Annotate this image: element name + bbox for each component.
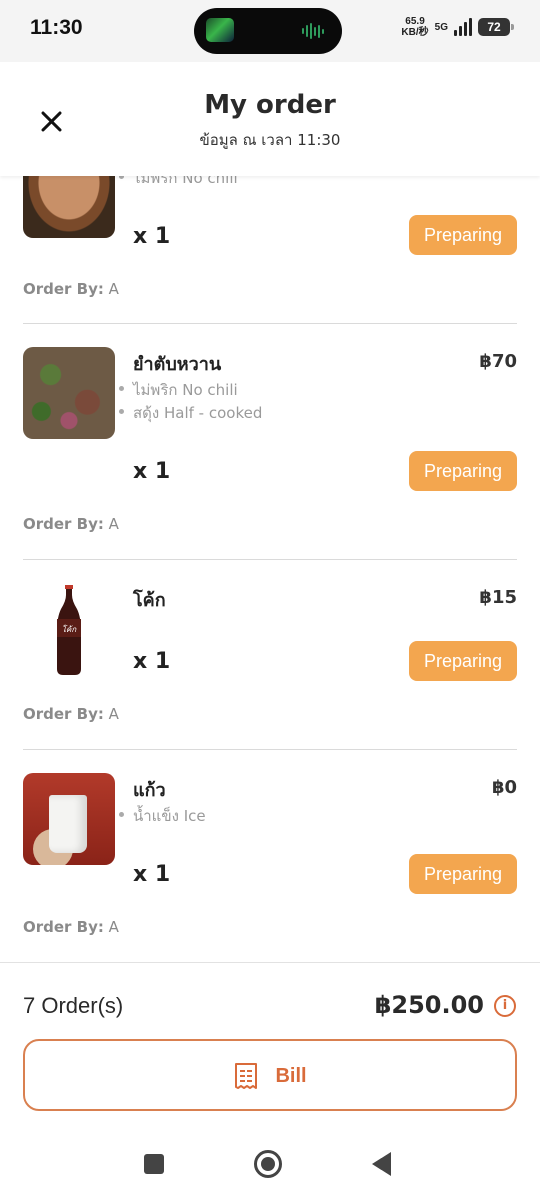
order-item: โค้ก โค้ก ฿15 x 1 Preparing Order By: A — [23, 560, 517, 750]
status-badge: Preparing — [409, 641, 517, 681]
receipt-icon — [235, 1063, 258, 1089]
network-speed: 65.9 KB/秒 — [401, 16, 429, 38]
network-type: 5G — [434, 21, 448, 33]
order-item-price: ฿15 — [479, 587, 517, 608]
order-by: Order By: A — [23, 705, 119, 723]
signal-icon — [454, 18, 472, 36]
order-item-name: โค้ก — [133, 590, 166, 611]
status-time: 11:30 — [30, 16, 83, 39]
order-by: Order By: A — [23, 918, 119, 936]
order-item-option: ไม่พริก No chili — [119, 378, 238, 402]
order-item-option: ไม่พริก No chili — [119, 176, 238, 190]
order-item: ไม่พริก No chili x 1 Preparing Order By:… — [23, 176, 517, 324]
svg-text:โค้ก: โค้ก — [62, 624, 78, 634]
order-item-name: แก้ว — [133, 780, 166, 801]
media-thumbnail-icon — [206, 18, 234, 42]
status-indicators: 65.9 KB/秒 5G 72 — [401, 16, 514, 38]
order-list[interactable]: ไม่พริก No chili x 1 Preparing Order By:… — [0, 176, 540, 962]
order-total: ฿250.00 — [374, 991, 484, 1019]
order-item: ยำตับหวาน ฿70 ไม่พริก No chili สดุ้ง Hal… — [23, 324, 517, 560]
order-item-quantity: x 1 — [133, 649, 171, 674]
info-icon[interactable]: i — [494, 995, 516, 1017]
order-item-price: ฿0 — [491, 777, 517, 798]
order-item-quantity: x 1 — [133, 459, 171, 484]
dynamic-island — [194, 8, 342, 54]
status-badge: Preparing — [409, 854, 517, 894]
bill-button[interactable]: Bill — [23, 1039, 517, 1111]
coke-bottle-icon: โค้ก — [57, 585, 81, 675]
battery-icon: 72 — [478, 18, 514, 36]
order-item-option: น้ำแข็ง Ice — [119, 804, 206, 828]
recents-icon[interactable] — [144, 1154, 164, 1174]
status-bar: 11:30 65.9 KB/秒 5G 72 — [0, 0, 540, 62]
order-item-price: ฿70 — [479, 351, 517, 372]
status-badge: Preparing — [409, 451, 517, 491]
bill-label: Bill — [275, 1064, 307, 1087]
back-icon[interactable] — [372, 1152, 391, 1176]
order-item-option: สดุ้ง Half - cooked — [118, 401, 262, 425]
noodle-dish-image — [23, 176, 115, 238]
order-by: Order By: A — [23, 515, 119, 533]
audio-wave-icon — [302, 23, 326, 39]
status-badge: Preparing — [409, 215, 517, 255]
order-by: Order By: A — [23, 280, 119, 298]
data-time-subtitle: ข้อมูล ณ เวลา 11:30 — [199, 131, 341, 149]
coke-bottle-image: โค้ก — [23, 583, 115, 675]
order-count: 7 Order(s) — [23, 993, 124, 1018]
order-item-quantity: x 1 — [133, 862, 171, 887]
order-header: My order ข้อมูล ณ เวลา 11:30 — [0, 62, 540, 176]
order-item: แก้ว ฿0 น้ำแข็ง Ice x 1 Preparing Order … — [23, 750, 517, 962]
system-nav-bar — [0, 1130, 540, 1200]
page-title: My order — [204, 90, 336, 120]
order-item-name: ยำตับหวาน — [133, 354, 222, 375]
order-item-quantity: x 1 — [133, 224, 171, 249]
home-icon[interactable] — [254, 1150, 282, 1178]
glass-cup-image — [23, 773, 115, 865]
liver-salad-image — [23, 347, 115, 439]
